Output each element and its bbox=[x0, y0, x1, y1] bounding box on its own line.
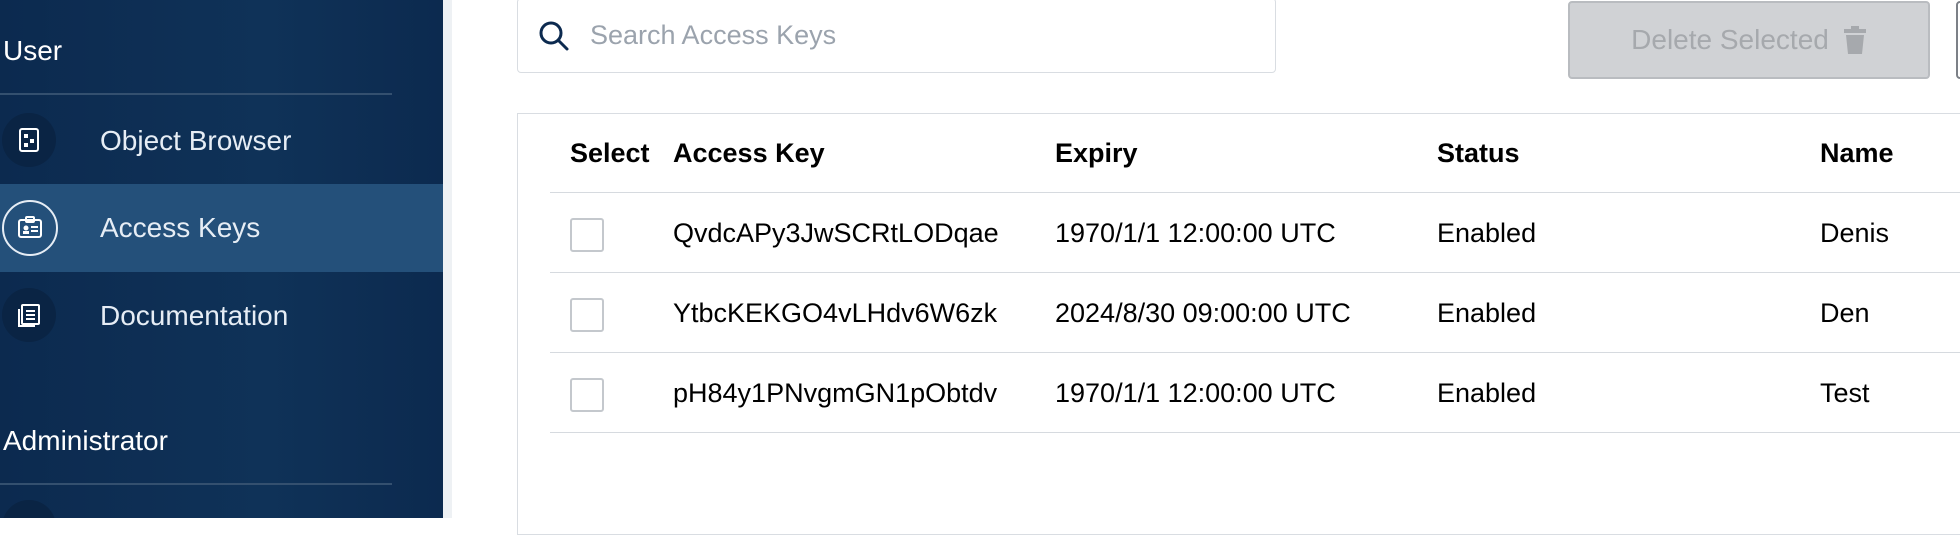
row-checkbox[interactable] bbox=[570, 218, 604, 252]
table-row-divider bbox=[550, 432, 1960, 433]
name-cell: Denis bbox=[1820, 218, 1890, 248]
access-key-cell[interactable]: QvdcAPy3JwSCRtLODqae bbox=[673, 218, 999, 249]
table-row-divider bbox=[550, 272, 1960, 273]
table-header-divider bbox=[550, 192, 1960, 193]
column-header-status[interactable]: Status bbox=[1437, 138, 1520, 169]
name-cell: Den bbox=[1820, 298, 1870, 328]
sidebar-divider bbox=[0, 93, 392, 95]
sidebar-edge bbox=[443, 0, 452, 518]
column-header-select: Select bbox=[570, 138, 650, 168]
sidebar-item-object-browser[interactable]: Object Browser bbox=[0, 97, 443, 185]
sidebar-item-label: Documentation bbox=[100, 300, 289, 331]
expiry-cell: 1970/1/1 12:00:00 UTC bbox=[1055, 378, 1336, 408]
sidebar: User Object Browser Access Keys Document… bbox=[0, 0, 443, 518]
status-cell: Enabled bbox=[1437, 298, 1537, 328]
access-key-cell[interactable]: YtbcKEKGO4vLHdv6W6zk bbox=[673, 298, 997, 329]
sidebar-item-documentation[interactable]: Documentation bbox=[0, 272, 443, 360]
expiry-cell: 2024/8/30 09:00:00 UTC bbox=[1055, 298, 1351, 328]
delete-selected-button[interactable]: Delete Selected bbox=[1568, 1, 1930, 79]
sidebar-item-label: Object Browser bbox=[100, 125, 292, 156]
trash-icon bbox=[1843, 26, 1866, 54]
sidebar-section-administrator: Administrator bbox=[3, 425, 168, 456]
access-key-cell[interactable]: pH84y1PNvgmGN1pObtdv bbox=[673, 378, 997, 409]
delete-selected-label: Delete Selected bbox=[1631, 24, 1829, 55]
search-placeholder: Search Access Keys bbox=[590, 20, 837, 50]
object-browser-icon bbox=[2, 113, 56, 167]
column-header-name[interactable]: Name bbox=[1820, 138, 1894, 169]
status-cell: Enabled bbox=[1437, 378, 1537, 408]
name-cell: Test bbox=[1820, 378, 1870, 408]
expiry-cell: 1970/1/1 12:00:00 UTC bbox=[1055, 218, 1336, 248]
toolbar-button-partial[interactable] bbox=[1956, 1, 1960, 79]
status-cell: Enabled bbox=[1437, 218, 1537, 248]
column-header-expiry[interactable]: Expiry bbox=[1055, 138, 1138, 169]
sidebar-section-user: User bbox=[3, 35, 63, 66]
sidebar-item-access-keys[interactable]: Access Keys bbox=[0, 184, 443, 272]
search-input[interactable]: Search Access Keys bbox=[517, 0, 1276, 73]
access-keys-icon bbox=[2, 200, 58, 256]
table-row-divider bbox=[550, 352, 1960, 353]
documentation-icon bbox=[2, 288, 56, 342]
row-checkbox[interactable] bbox=[570, 378, 604, 412]
search-icon bbox=[539, 21, 569, 51]
row-checkbox[interactable] bbox=[570, 298, 604, 332]
admin-item-icon[interactable] bbox=[2, 500, 56, 518]
sidebar-divider bbox=[0, 483, 392, 485]
column-header-access-key[interactable]: Access Key bbox=[673, 138, 825, 169]
sidebar-item-label: Access Keys bbox=[100, 212, 261, 243]
